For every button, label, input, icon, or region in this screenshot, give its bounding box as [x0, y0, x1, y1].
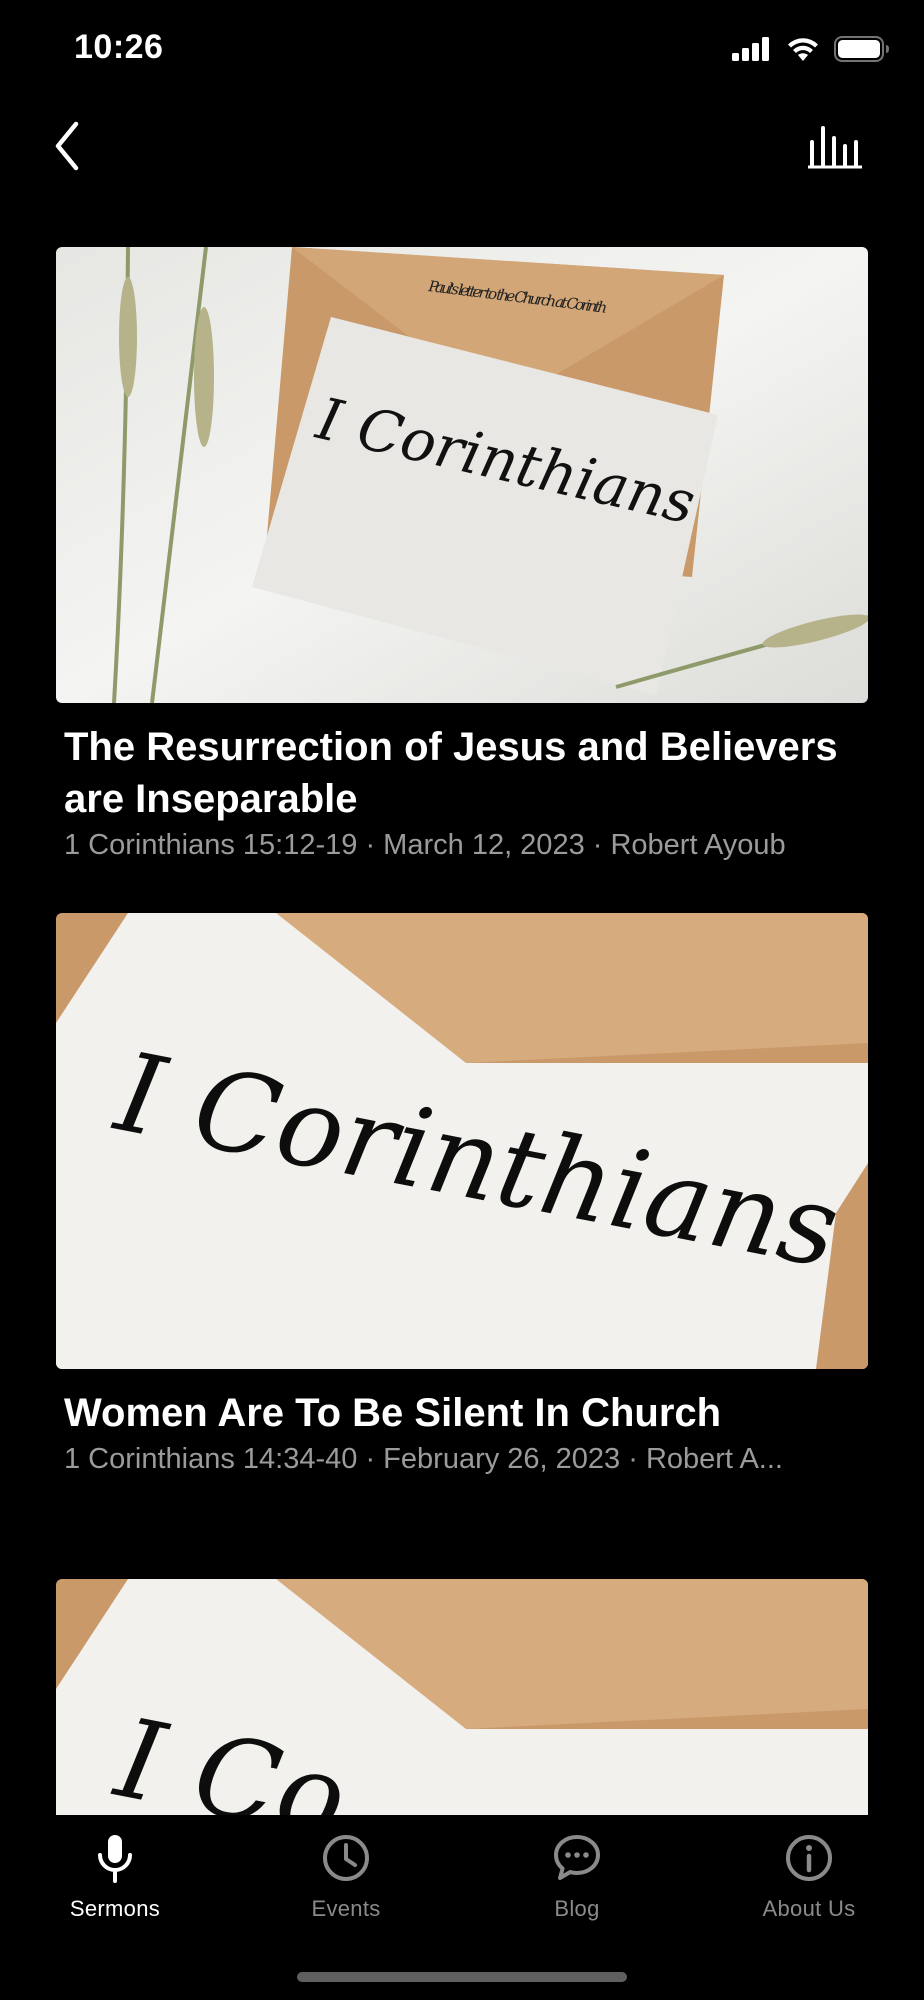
- tab-sermons[interactable]: Sermons: [15, 1833, 215, 1953]
- microphone-icon: [98, 1835, 132, 1883]
- tab-blog[interactable]: Blog: [477, 1833, 677, 1953]
- tab-label: About Us: [762, 1896, 856, 1921]
- status-time: 10:26: [74, 28, 164, 66]
- sermon-card[interactable]: I Corinthians Women Are To Be Silent In …: [56, 913, 868, 1475]
- sermon-thumbnail: I Corinthians: [56, 913, 868, 1369]
- tab-label: Events: [311, 1896, 381, 1921]
- battery-icon: [834, 36, 889, 62]
- sermon-card[interactable]: Paul's letter to the Church at Corinth I…: [56, 247, 868, 861]
- tab-label: Sermons: [69, 1896, 161, 1921]
- wifi-icon: [788, 38, 818, 61]
- audio-bars-button[interactable]: [808, 124, 864, 170]
- sermon-meta: 1 Corinthians 14:34-40 · February 26, 20…: [64, 1443, 783, 1475]
- sermon-card[interactable]: I Co: [56, 1579, 868, 1815]
- cellular-signal-icon: [732, 37, 769, 61]
- status-bar: 10:26: [0, 0, 924, 100]
- chevron-left-icon: [55, 121, 79, 171]
- back-button[interactable]: [48, 118, 94, 174]
- sermon-meta: 1 Corinthians 15:12-19 · March 12, 2023 …: [64, 829, 786, 861]
- status-icons: [732, 36, 890, 62]
- chat-bubble-icon: [554, 1835, 600, 1880]
- sermon-thumbnail: I Co: [56, 1579, 868, 1815]
- audio-bars-icon: [808, 126, 862, 169]
- info-icon: [786, 1835, 832, 1881]
- tab-about-us[interactable]: About Us: [709, 1833, 909, 1953]
- home-indicator[interactable]: [297, 1972, 627, 1982]
- sermon-thumbnail: Paul's letter to the Church at Corinth I…: [56, 247, 868, 703]
- sermon-list[interactable]: Paul's letter to the Church at Corinth I…: [0, 247, 924, 1815]
- sermon-title[interactable]: The Resurrection of Jesus and Believers …: [64, 721, 854, 825]
- sermon-title[interactable]: Women Are To Be Silent In Church: [64, 1387, 854, 1439]
- tab-events[interactable]: Events: [246, 1833, 446, 1953]
- tab-label: Blog: [554, 1896, 600, 1921]
- clock-icon: [323, 1835, 369, 1881]
